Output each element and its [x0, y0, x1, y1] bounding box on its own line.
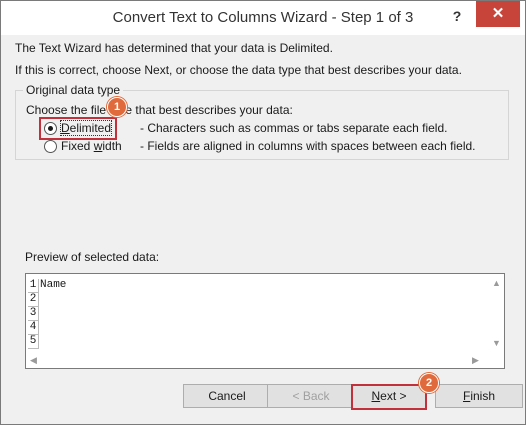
group-legend: Original data type	[23, 83, 124, 97]
preview-pane[interactable]: 1 Name 2 3 4 5 ▲ ▼ ◀ ▶	[25, 273, 505, 369]
radio-desc-delimited: - Characters such as commas or tabs sepa…	[140, 121, 448, 135]
radio-label-fixed-width[interactable]: Fixed width	[61, 139, 122, 153]
row-number: 5	[28, 335, 39, 349]
row-number: 1	[28, 279, 39, 293]
scroll-down-icon[interactable]: ▼	[492, 338, 501, 348]
row-number: 2	[28, 293, 39, 307]
file-type-prompt: Choose the file type that best describes…	[26, 103, 293, 117]
row-number: 3	[28, 307, 39, 321]
close-button[interactable]: ✕	[476, 1, 520, 27]
horizontal-scrollbar[interactable]: ◀ ▶	[26, 352, 488, 368]
finish-button[interactable]: Finish	[435, 384, 523, 408]
radio-button-fixed-width[interactable]	[44, 140, 57, 153]
wizard-dialog: Convert Text to Columns Wizard - Step 1 …	[0, 0, 526, 425]
radio-desc-fixed-width: - Fields are aligned in columns with spa…	[140, 139, 476, 153]
intro-line-2: If this is correct, choose Next, or choo…	[15, 63, 462, 77]
scroll-right-icon[interactable]: ▶	[472, 355, 479, 366]
preview-label: Preview of selected data:	[25, 250, 160, 264]
vertical-scrollbar[interactable]: ▲ ▼	[488, 274, 504, 352]
scroll-up-icon[interactable]: ▲	[492, 278, 501, 288]
annotation-badge-1: 1	[107, 97, 127, 117]
scroll-left-icon[interactable]: ◀	[30, 355, 37, 366]
row-number: 4	[28, 321, 39, 335]
back-button[interactable]: < Back	[267, 384, 355, 408]
annotation-badge-2: 2	[419, 373, 439, 393]
next-button[interactable]: Next >	[351, 384, 427, 410]
delimited-highlight-box	[39, 117, 117, 140]
intro-line-1: The Text Wizard has determined that your…	[15, 41, 333, 55]
cancel-button[interactable]: Cancel	[183, 384, 271, 408]
help-button[interactable]: ?	[443, 5, 471, 27]
title-bar: Convert Text to Columns Wizard - Step 1 …	[1, 1, 525, 35]
preview-cell: Name	[40, 279, 67, 291]
